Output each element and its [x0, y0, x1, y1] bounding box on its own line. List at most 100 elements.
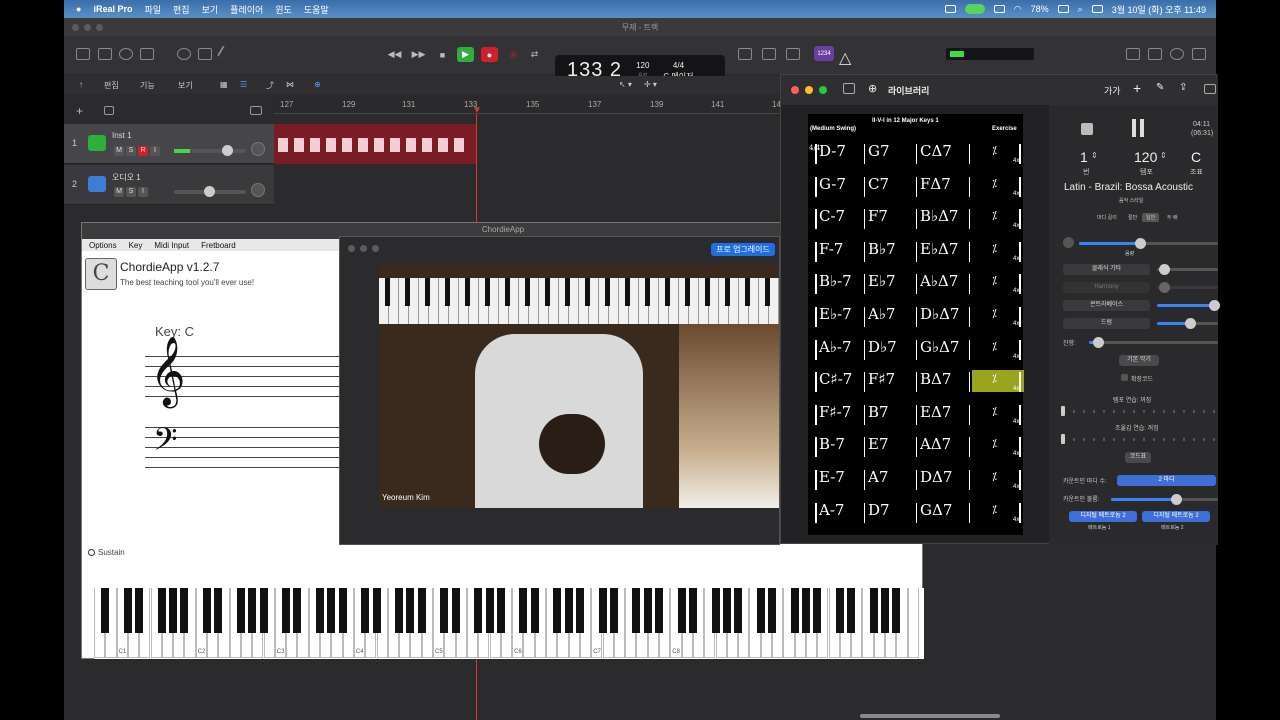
chord-symbol[interactable]: B♭Δ7 [920, 207, 958, 225]
chord-symbol[interactable]: G♭Δ7 [920, 338, 959, 356]
edit-icon[interactable]: ✎ [1156, 82, 1164, 93]
minimize-button[interactable] [84, 24, 91, 31]
input-source-icon[interactable] [993, 5, 1005, 13]
repeats-value[interactable]: 1 [1080, 149, 1088, 165]
tuning-fork-icon[interactable]: △ [839, 48, 853, 67]
chord-symbol[interactable]: D♭Δ7 [920, 305, 959, 323]
mute-icon[interactable] [1063, 237, 1074, 248]
solo-button[interactable]: S [126, 146, 136, 156]
black-key[interactable] [316, 588, 324, 633]
black-key[interactable] [530, 588, 539, 633]
chord-row[interactable]: G-7 C7 FΔ7 ⁒ 4x [812, 173, 1022, 199]
cycle-icon[interactable]: ⇄ [526, 47, 543, 62]
menu-key[interactable]: Key [129, 241, 143, 250]
chord-symbol[interactable]: B-7 [819, 435, 845, 453]
black-key[interactable] [575, 588, 584, 633]
black-key[interactable] [711, 588, 720, 633]
black-key[interactable] [564, 588, 573, 633]
close-button[interactable] [72, 24, 79, 31]
pan-knob[interactable] [251, 142, 265, 156]
input-monitor-button[interactable]: I [150, 146, 160, 156]
control-center-icon[interactable] [1091, 5, 1103, 13]
black-key[interactable] [496, 588, 505, 633]
chord-symbol[interactable]: F♯7 [868, 370, 895, 388]
notepad-icon[interactable] [786, 48, 800, 60]
chord-symbol[interactable]: F-7 [819, 240, 843, 258]
black-key[interactable] [135, 588, 144, 633]
white-key[interactable] [907, 588, 919, 658]
mute-button[interactable]: M [114, 146, 124, 156]
chord-symbol[interactable]: D♭7 [868, 338, 897, 356]
browser-icon[interactable] [1192, 48, 1206, 60]
black-key[interactable] [598, 588, 607, 633]
chord-symbol[interactable]: E♭-7 [819, 305, 852, 323]
black-key[interactable] [835, 588, 844, 633]
black-key[interactable] [485, 588, 494, 633]
track-row[interactable]: 1 Inst 1 M S R I [64, 124, 274, 164]
play-button[interactable]: ▶ [457, 47, 474, 62]
black-key[interactable] [372, 588, 381, 633]
record-status-icon[interactable] [944, 5, 956, 13]
search-icon[interactable]: ⌕ [1078, 4, 1083, 15]
black-key[interactable] [474, 588, 483, 633]
stop-button[interactable] [1081, 123, 1093, 135]
black-key[interactable] [361, 588, 370, 633]
inspector-icon[interactable] [98, 48, 112, 60]
meter-normal[interactable]: 일반 [1142, 213, 1160, 222]
chord-symbol[interactable]: G7 [868, 142, 890, 160]
chord-symbol[interactable]: F♯-7 [819, 403, 851, 421]
volume-fader[interactable] [174, 145, 246, 156]
meter-half[interactable]: 절반 [1128, 214, 1137, 221]
chord-symbol[interactable]: CΔ7 [920, 142, 952, 160]
instrument-select[interactable]: 드럼 [1063, 318, 1150, 329]
black-key[interactable] [157, 588, 166, 633]
instrument-select[interactable]: 콘트라베이스 [1063, 300, 1150, 311]
metronome-1-select[interactable]: 디지털 메트로놈 2 [1069, 511, 1137, 522]
chord-row[interactable]: F-7 B♭7 E♭Δ7 ⁒ 4x [812, 238, 1022, 264]
stop-icon[interactable]: ■ [434, 47, 451, 62]
style-name[interactable]: Latin - Brazil: Bossa Acoustic [1064, 182, 1193, 193]
capture-record-icon[interactable]: ◎ [505, 47, 522, 62]
black-key[interactable] [734, 588, 743, 633]
catch-icon[interactable]: ⊕ [314, 80, 321, 89]
key-value[interactable]: C [1191, 149, 1201, 165]
metronome-2-select[interactable]: 디지털 메트로놈 2 [1142, 511, 1210, 522]
chord-row[interactable]: E-7 A7 DΔ7 ⁒ 4x [812, 466, 1022, 492]
editors-icon[interactable] [216, 45, 236, 63]
tuner-icon[interactable] [738, 48, 752, 60]
chord-row[interactable]: C-7 F7 B♭Δ7 ⁒ 4x [812, 205, 1022, 231]
chord-symbol[interactable]: GΔ7 [920, 501, 952, 519]
chord-sheet[interactable]: (Medium Swing) II-V-I in 12 Major Keys 1 E… [808, 114, 1024, 535]
mute-button[interactable]: M [114, 187, 124, 197]
chord-symbol[interactable]: C7 [868, 175, 889, 193]
tempo-value[interactable]: 120 [1134, 149, 1157, 165]
black-key[interactable] [519, 588, 528, 633]
chord-symbol[interactable]: EΔ7 [920, 403, 951, 421]
black-key[interactable] [553, 588, 562, 633]
black-key[interactable] [688, 588, 697, 633]
tracks-menu-edit[interactable]: 편집 [104, 80, 119, 91]
track-name[interactable]: Inst 1 [112, 131, 132, 140]
black-key[interactable] [892, 588, 901, 633]
instrument-volume-slider[interactable] [1157, 300, 1220, 311]
chord-symbol[interactable]: G-7 [819, 175, 846, 193]
black-key[interactable] [101, 588, 110, 633]
instrument-volume-slider[interactable] [1157, 264, 1218, 275]
black-key[interactable] [169, 588, 178, 633]
chord-symbol[interactable]: AΔ7 [920, 435, 951, 453]
black-key[interactable] [790, 588, 799, 633]
menu-options[interactable]: Options [89, 241, 117, 250]
input-monitor-button[interactable]: I [138, 187, 148, 197]
apple-icon[interactable]: ● [76, 4, 81, 14]
reverb-slider[interactable] [1089, 337, 1218, 348]
mixer-icon[interactable] [198, 48, 212, 60]
forward-icon[interactable]: ▶▶ [410, 47, 427, 62]
black-key[interactable] [248, 588, 257, 633]
chord-symbol[interactable]: C-7 [819, 207, 845, 225]
default-instruments-button[interactable]: 기본 악기 [1119, 355, 1159, 366]
black-key[interactable] [677, 588, 686, 633]
chord-symbol[interactable]: DΔ7 [920, 468, 952, 486]
horizontal-scrollbar[interactable] [860, 714, 1000, 718]
chords-button[interactable]: 코드표 [1125, 452, 1151, 463]
chord-row[interactable]: E♭-7 A♭7 D♭Δ7 ⁒ 4x [812, 303, 1022, 329]
